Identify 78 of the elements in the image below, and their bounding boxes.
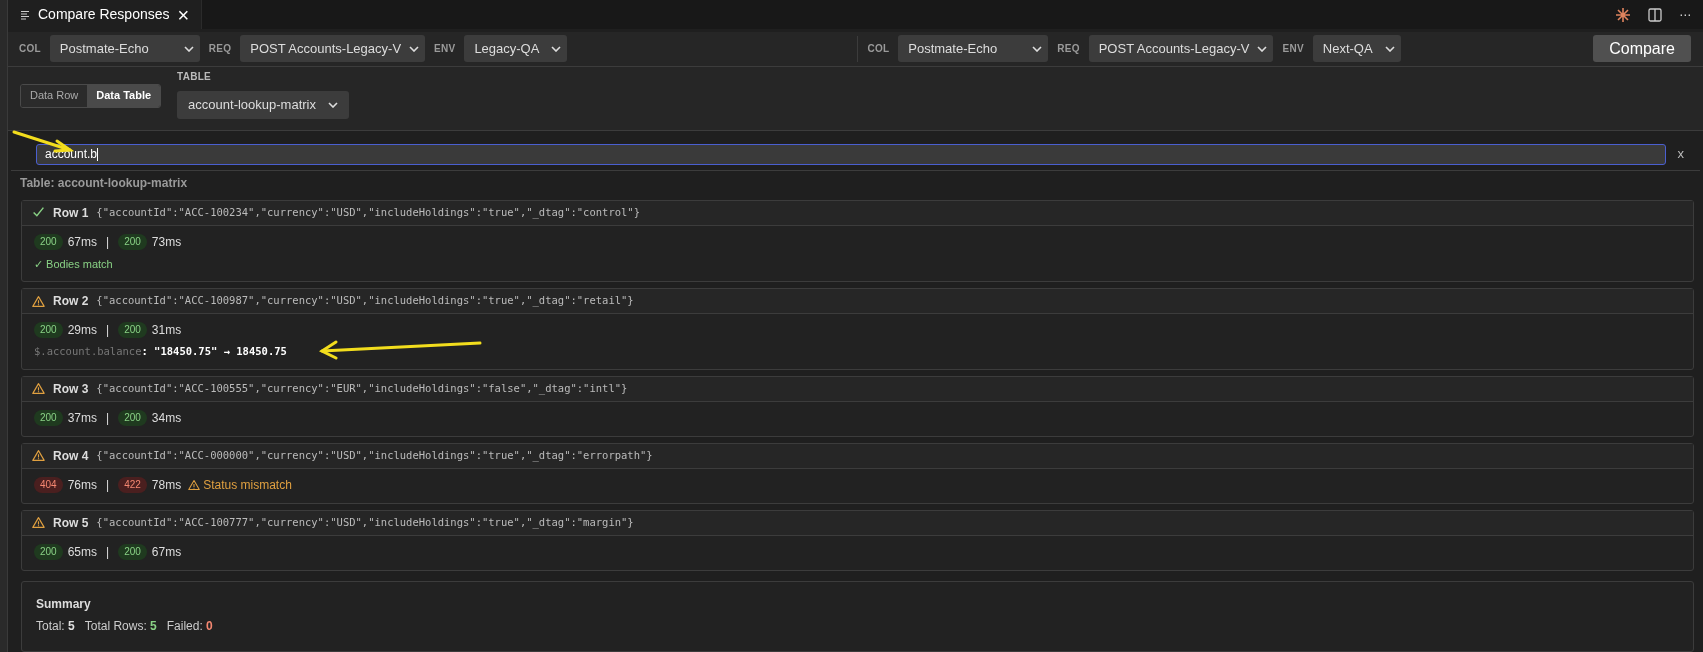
separator: | [105,233,111,251]
response-time: 29ms [67,322,98,340]
tab-title: Compare Responses [38,5,170,25]
sparkle-icon[interactable] [1615,6,1632,23]
summary-stat: Failed: 0 [166,618,213,635]
separator: | [105,544,111,561]
dropdown[interactable]: Postmate-Echo [898,35,1049,63]
status-badge: 200 [118,233,147,250]
split-editor-icon[interactable] [1647,6,1664,23]
response-time: 31ms [151,322,182,340]
field-label: COL [866,42,891,57]
response-time: 78ms [151,477,182,494]
dropdown[interactable]: POST Accounts-Legacy-V [240,35,426,63]
status-badge: 200 [34,410,63,426]
status-badge: 200 [34,322,63,339]
table-select[interactable]: account-lookup-matrix [177,90,349,119]
row-title: Row 2 [53,293,89,311]
warning-icon [188,479,201,491]
clear-button[interactable]: x [1677,144,1684,164]
row-title: Row 1 [53,204,89,222]
status-badge: 200 [118,322,147,339]
table-title: Table: account-lookup-matrix [20,174,189,192]
scroll-bar[interactable] [0,0,8,652]
dropdown[interactable]: POST Accounts-Legacy-V [1088,35,1274,63]
table-label: TABLE [177,69,212,84]
row-title: Row 5 [53,515,89,532]
separator: | [105,322,111,340]
row-params: {"accountId":"ACC-100555","currency":"EUR","includeHoldings":"false","_dtag":"intl"} [96,381,628,397]
status-badge: 200 [118,410,147,426]
compare-button[interactable]: Compare [1593,35,1691,63]
response-time: 37ms [67,410,98,427]
response-time: 73ms [151,233,182,251]
summary-stat: Total: 5 [36,618,75,635]
summary-title: Summary [36,596,92,613]
chevron-icon [1257,45,1268,52]
response-time: 65ms [67,544,98,561]
more-actions-button[interactable]: ··· [1679,4,1691,26]
field-label: COL [18,42,42,57]
status-badge: 200 [118,544,147,560]
row-params: {"accountId":"ACC-000000","currency":"USD","includeHoldings":"true","_dtag":"errorpath"} [96,448,653,464]
preview-icon [20,9,30,20]
mode-tab[interactable]: Data Table [87,84,161,107]
chevron-icon [1384,45,1395,52]
field-label: REQ [207,42,233,57]
status-badge: 200 [34,544,63,560]
row-params: {"accountId":"ACC-100234","currency":"USD","includeHoldings":"true","_dtag":"control"} [96,204,640,221]
status-badge: 422 [118,477,147,493]
response-time: 67ms [67,233,98,251]
dropdown[interactable]: Legacy-QA [464,35,568,63]
dropdown[interactable]: Postmate-Echo [49,35,200,63]
mode-tab[interactable]: Data Row [21,84,88,107]
chevron-icon [1032,45,1043,52]
response-time: 76ms [67,477,98,494]
row-params: {"accountId":"ACC-100987","currency":"USD","includeHoldings":"true","_dtag":"retail"} [96,293,634,309]
dropdown[interactable]: Next-QA [1312,35,1401,63]
summary-stat: Total Rows: 5 [84,618,157,635]
row-params: {"accountId":"ACC-100777","currency":"USD","includeHoldings":"true","_dtag":"margin"} [96,515,634,531]
separator: | [105,410,111,427]
separator: | [105,477,111,494]
status-badge: 200 [34,233,63,250]
row-title: Row 3 [53,381,89,398]
chevron-icon [409,45,420,52]
field-label: REQ [1056,42,1081,57]
chevron-icon [183,45,194,52]
status-mismatch-message: Status mismatch [203,477,292,494]
editor-tab[interactable]: Compare Responses × [8,0,203,30]
response-time: 34ms [151,410,182,427]
match-message: ✓ Bodies match [34,256,114,272]
response-time: 67ms [151,544,182,561]
chevron-icon [551,45,562,52]
field-label: ENV [433,42,457,57]
row-title: Row 4 [53,448,89,465]
close-button[interactable]: × [177,4,190,25]
field-label: ENV [1281,42,1305,57]
diff-line: $.account.balance: "18450.75" → 18450.75 [34,344,287,360]
filter-field[interactable]: account.b [36,143,1666,165]
status-badge: 404 [34,477,63,493]
chevron-icon [328,101,338,108]
